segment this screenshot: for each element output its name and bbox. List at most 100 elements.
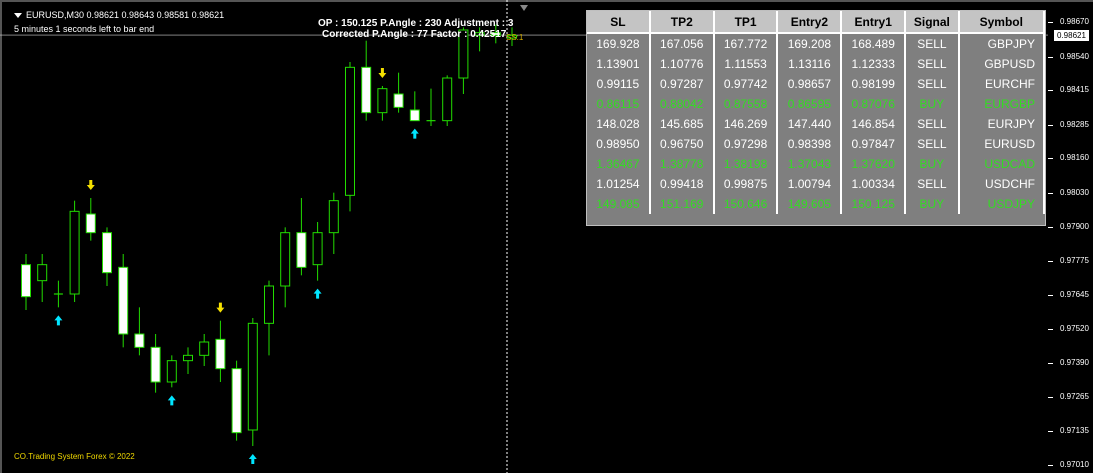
table-cell-tp1: 1.38198 [715, 154, 779, 174]
table-cell-sl: 169.928 [587, 34, 651, 54]
price-tick-label: 0.97390 [1060, 358, 1089, 368]
table-cell-entry2: 1.37043 [778, 154, 843, 174]
table-cell-signal: SELL [906, 174, 960, 194]
table-cell-tp2: 1.10776 [651, 54, 715, 74]
up-arrow-icon [313, 288, 322, 299]
price-tick-label: 0.98160 [1060, 153, 1089, 162]
table-cell-entry2: 1.13116 [778, 54, 843, 74]
table-cell-signal: BUY [906, 154, 960, 174]
table-cell-symbol: USDCAD [960, 154, 1045, 174]
table-cell-entry1: 1.37620 [842, 154, 907, 174]
table-cell-signal: SELL [906, 34, 960, 54]
table-cell-entry2: 0.86595 [778, 94, 843, 114]
table-cell-signal: SELL [906, 74, 960, 94]
up-arrow-icon [167, 395, 176, 406]
table-cell-sl: 0.86115 [587, 94, 651, 114]
table-cell-tp1: 150.646 [715, 194, 779, 214]
table-cell-tp1: 0.87558 [715, 94, 779, 114]
price-tick-label: 0.97265 [1060, 391, 1089, 401]
price-tick-label: 0.97135 [1060, 426, 1089, 436]
candle-body [264, 285, 274, 324]
table-row: 149.085 151.169 150.646 149.605 150.125 BUY US… [587, 194, 1045, 214]
table-cell-entry2: 149.605 [778, 194, 843, 214]
table-cell-entry2: 0.98398 [778, 134, 843, 154]
up-arrow-icon [248, 454, 257, 464]
table-cell-entry2: 1.00794 [778, 174, 843, 194]
column-header-tp2: TP2 [650, 11, 715, 34]
table-cell-tp1: 167.772 [715, 34, 779, 54]
price-tick-label: 0.98030 [1060, 187, 1089, 197]
column-header-entry2: Entry2 [778, 11, 843, 34]
price-tick-label: 0.97900 [1060, 222, 1089, 232]
signal-table: SL TP2 TP1 Entry2 Entry1 Signal Symbol 169.928… [586, 10, 1046, 226]
column-header-entry1: Entry1 [842, 11, 907, 34]
price-tick-mark [1048, 363, 1053, 365]
table-cell-entry2: 147.440 [778, 114, 843, 134]
price-tick-label: 0.97520 [1060, 323, 1089, 333]
price-tick-mark [1048, 158, 1053, 159]
table-cell-symbol: GBPJPY [960, 34, 1045, 54]
copyright-label: CO.Trading System Forex © 2022 [14, 452, 135, 461]
table-cell-symbol: EURJPY [960, 114, 1045, 134]
candle-body [280, 232, 291, 287]
table-cell-entry1: 1.12333 [842, 54, 907, 74]
candle-body [183, 354, 193, 362]
column-header-symbol: Symbol [959, 11, 1045, 34]
table-cell-tp2: 0.99418 [651, 174, 715, 194]
table-cell-signal: SELL [906, 114, 960, 134]
table-cell-signal: BUY [906, 194, 960, 214]
table-cell-symbol: EURUSD [960, 134, 1045, 154]
price-tick-label: 0.97775 [1060, 255, 1089, 265]
candle-body [199, 341, 210, 356]
down-arrow-icon [378, 68, 387, 78]
current-price-label: 0.98621 [1053, 29, 1090, 43]
price-tick-mark [1048, 464, 1053, 466]
table-row: 1.01254 0.99418 0.99875 1.00794 1.00334 SELL U… [587, 174, 1045, 194]
candle-body [328, 200, 339, 234]
table-cell-tp1: 0.97742 [715, 74, 779, 94]
table-cell-sl: 0.98950 [587, 134, 651, 154]
candle-body [312, 232, 323, 266]
table-cell-entry1: 0.97847 [842, 134, 907, 154]
candle-body [134, 333, 145, 348]
table-row: 1.13901 1.10776 1.11553 1.13116 1.12333 SELL G… [587, 54, 1045, 74]
table-cell-tp2: 167.056 [651, 34, 715, 54]
symbol-header: EURUSD,M30 0.98621 0.98643 0.98581 0.986… [14, 10, 224, 20]
candle-body [345, 66, 355, 196]
price-tick-mark [1048, 431, 1053, 433]
candle-body [377, 88, 388, 114]
table-cell-tp1: 0.99875 [715, 174, 779, 194]
table-cell-symbol: USDJPY [960, 194, 1045, 214]
table-cell-signal: SELL [906, 134, 960, 154]
candle-body [37, 264, 48, 282]
price-tick-mark [1048, 260, 1053, 262]
price-tick-label: 0.98285 [1060, 119, 1089, 129]
down-arrow-icon [216, 302, 225, 313]
table-cell-tp1: 1.11553 [715, 54, 779, 74]
table-row: 0.99115 0.97287 0.97742 0.98657 0.98199 SELL E… [587, 74, 1045, 94]
table-cell-sl: 1.36467 [587, 154, 651, 174]
table-cell-entry2: 0.98657 [778, 74, 843, 94]
table-row: 1.36467 1.38778 1.38198 1.37043 1.37620 BUY US… [587, 154, 1045, 174]
price-tick-mark [1048, 22, 1053, 23]
table-cell-sl: 0.99115 [587, 74, 651, 94]
price-tick-label: 0.97645 [1060, 290, 1089, 300]
candle-body [442, 77, 453, 122]
table-cell-tp2: 151.169 [651, 194, 715, 214]
period-marker-icon [520, 5, 528, 11]
table-cell-entry1: 168.489 [842, 34, 907, 54]
table-cell-signal: SELL [906, 54, 960, 74]
table-cell-entry2: 169.208 [778, 34, 843, 54]
corrected-angle-info: Corrected P.Angle : 77 Factor : 0.42517 [322, 29, 507, 40]
table-row: 169.928 167.056 167.772 169.208 168.489 SELL G… [587, 34, 1045, 54]
table-cell-tp2: 1.38778 [651, 154, 715, 174]
price-axis[interactable]: 0.98670 0.98540 0.98415 0.98285 0.98160 0.980… [1048, 0, 1093, 473]
signal-table-header: SL TP2 TP1 Entry2 Entry1 Signal Symbol [587, 11, 1045, 34]
table-cell-symbol: EURGBP [960, 94, 1045, 114]
chevron-down-icon[interactable] [14, 13, 22, 19]
table-cell-symbol: GBPUSD [960, 54, 1045, 74]
table-cell-sl: 149.085 [587, 194, 651, 214]
candle-body [393, 93, 404, 108]
price-tick-mark [1048, 124, 1053, 126]
table-row: 148.028 145.685 146.269 147.440 146.854 SELL E… [587, 114, 1045, 134]
